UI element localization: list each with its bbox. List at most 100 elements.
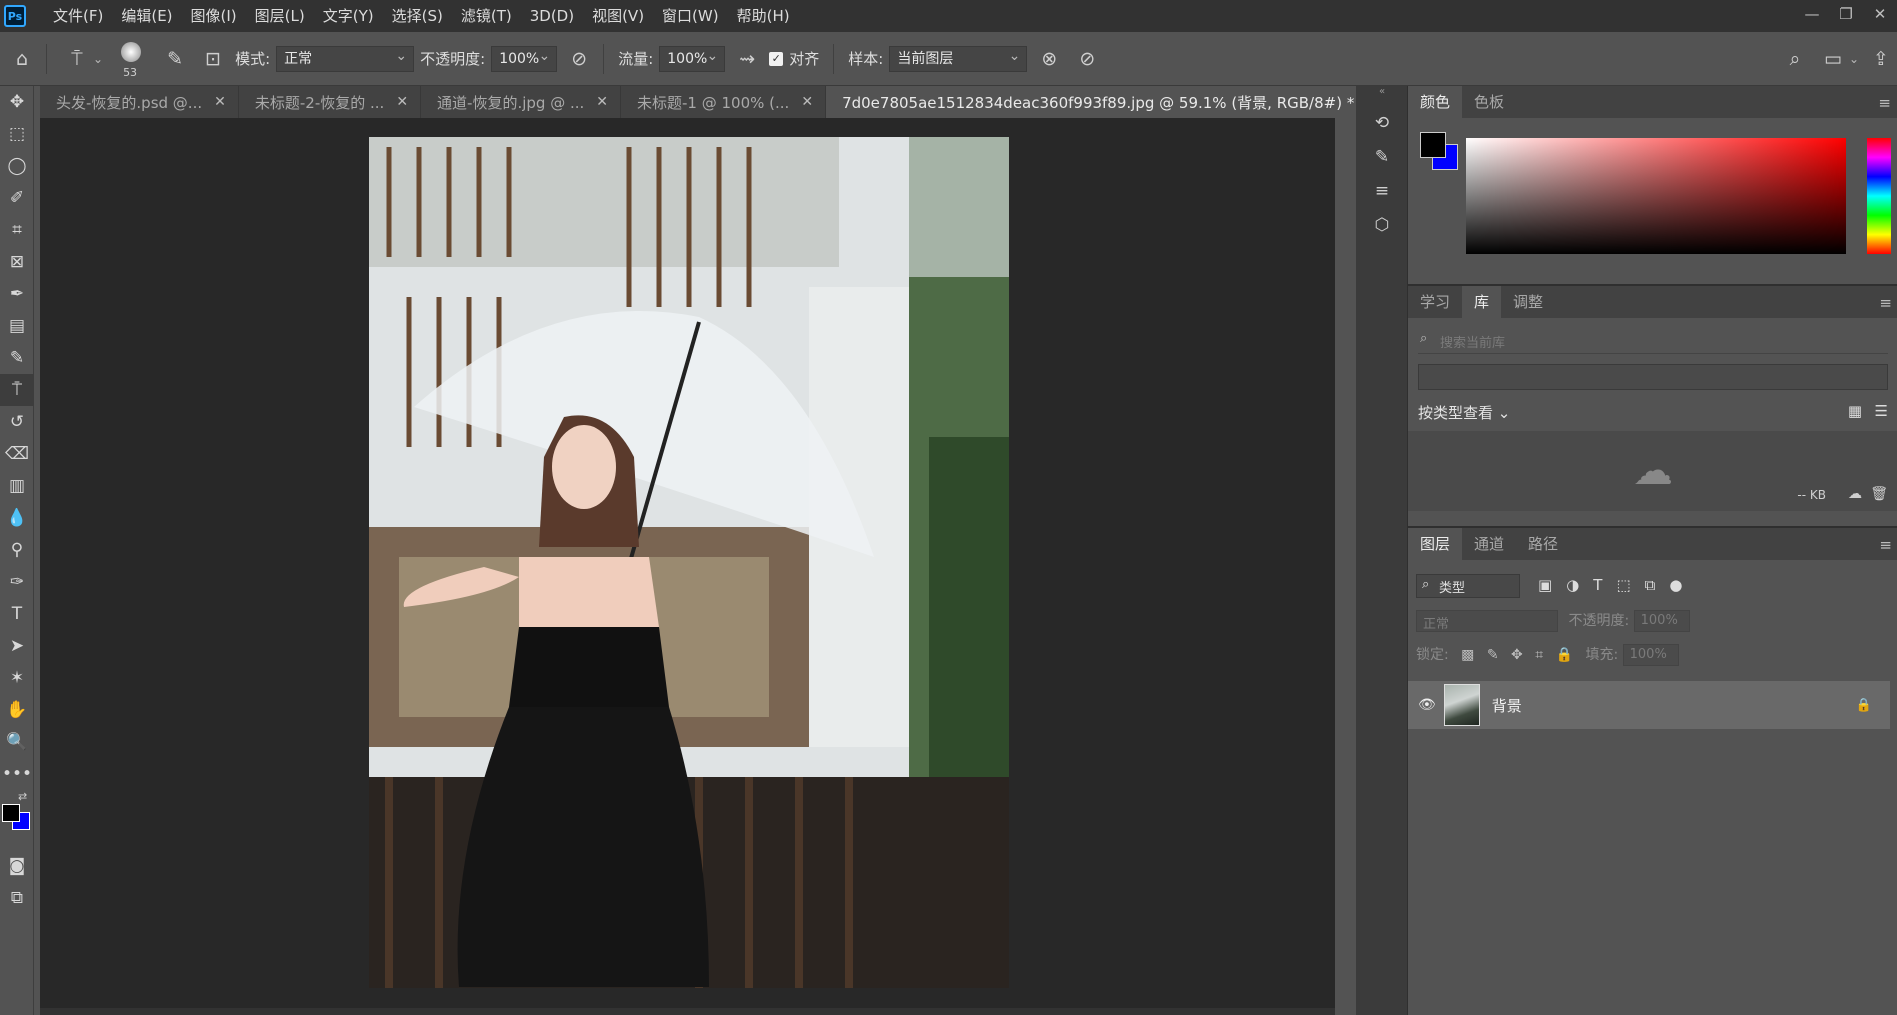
cloud-sync-icon[interactable]: ☁ — [1848, 486, 1862, 502]
share-icon[interactable]: ⇪ — [1865, 43, 1897, 75]
tab-document-1[interactable]: 头发-恢复的.psd @... ✕ — [40, 86, 239, 118]
clone-source-icon[interactable]: ⊡ — [197, 43, 229, 75]
grid-view-icon[interactable]: ▦ — [1848, 402, 1862, 420]
panel-menu-icon[interactable]: ≡ — [1878, 94, 1891, 112]
menu-window[interactable]: 窗口(W) — [653, 0, 728, 32]
brush-settings-panel-icon[interactable]: ✎ — [1356, 140, 1408, 174]
tab-learn[interactable]: 学习 — [1408, 286, 1462, 318]
layer-row-background[interactable]: 👁 背景 🔒 — [1408, 681, 1890, 729]
view-by-type-button[interactable]: 按类型查看 ⌄ — [1418, 402, 1510, 423]
document-image[interactable] — [369, 137, 1009, 988]
move-tool-icon[interactable]: ✥ — [0, 86, 34, 118]
lock-artboard-icon[interactable]: ⌗ — [1535, 647, 1543, 663]
tab-document-2[interactable]: 未标题-2-恢复的 ... ✕ — [238, 86, 422, 118]
menu-edit[interactable]: 编辑(E) — [112, 0, 181, 32]
tab-document-4[interactable]: 未标题-1 @ 100% (... ✕ — [621, 86, 827, 118]
home-icon[interactable]: ⌂ — [6, 43, 38, 75]
color-field[interactable] — [1466, 138, 1846, 254]
path-select-tool-icon[interactable]: ➤ — [0, 630, 34, 662]
properties-panel-icon[interactable]: ≡ — [1356, 174, 1408, 208]
brush-preset-picker[interactable]: 53 — [113, 32, 153, 86]
menu-view[interactable]: 视图(V) — [583, 0, 653, 32]
screen-mode-icon[interactable]: ⧉ — [0, 882, 34, 914]
menu-3d[interactable]: 3D(D) — [521, 0, 583, 32]
swap-colors-icon[interactable]: ⇄ — [18, 790, 27, 803]
close-icon[interactable]: ✕ — [596, 94, 608, 110]
filter-toggle-icon[interactable]: ● — [1669, 576, 1682, 594]
workspace-icon[interactable]: ▭ — [1817, 43, 1849, 75]
hue-slider[interactable] — [1867, 138, 1891, 254]
blur-tool-icon[interactable]: 💧 — [0, 502, 34, 534]
dodge-tool-icon[interactable]: ⚲ — [0, 534, 34, 566]
history-panel-icon[interactable]: ⟲ — [1356, 106, 1408, 140]
list-view-icon[interactable]: ☰ — [1875, 402, 1888, 420]
fill-input[interactable]: 100% — [1622, 644, 1679, 666]
menu-file[interactable]: 文件(F) — [44, 0, 112, 32]
close-icon[interactable]: ✕ — [396, 94, 408, 110]
crop-tool-icon[interactable]: ⌗ — [0, 214, 34, 246]
frame-tool-icon[interactable]: ⊠ — [0, 246, 34, 278]
lock-transparent-icon[interactable]: ▩ — [1461, 647, 1474, 663]
layer-opacity-input[interactable]: 100% — [1633, 610, 1690, 632]
flow-select[interactable]: 100% — [659, 44, 726, 72]
menu-type[interactable]: 文字(Y) — [314, 0, 383, 32]
tab-document-3[interactable]: 通道-恢复的.jpg @ ... ✕ — [421, 86, 622, 118]
history-brush-tool-icon[interactable]: ↺ — [0, 406, 34, 438]
adjustment-filter-icon[interactable]: ◑ — [1566, 576, 1579, 594]
panel-menu-icon[interactable]: ≡ — [1879, 294, 1892, 312]
shape-tool-icon[interactable]: ✶ — [0, 662, 34, 694]
chevron-down-icon[interactable]: ⌄ — [1849, 52, 1859, 66]
tab-document-active[interactable]: 7d0e7805ae1512834deac360f993f89.jpg @ 59… — [826, 86, 1392, 118]
airbrush-icon[interactable]: ⇝ — [731, 43, 763, 75]
eraser-tool-icon[interactable]: ⌫ — [0, 438, 34, 470]
close-icon[interactable]: ✕ — [214, 94, 226, 110]
close-icon[interactable]: ✕ — [1863, 0, 1897, 28]
mode-select[interactable]: 正常 — [276, 44, 415, 72]
brush-tool-icon[interactable]: ✎ — [0, 342, 34, 374]
pressure-size-icon[interactable]: ⊘ — [1071, 43, 1103, 75]
smart-object-filter-icon[interactable]: ⧉ — [1645, 576, 1656, 594]
opacity-select[interactable]: 100% — [491, 44, 558, 72]
restore-icon[interactable]: ❐ — [1829, 0, 1863, 28]
shape-filter-icon[interactable]: ⬚ — [1616, 576, 1630, 594]
menu-filter[interactable]: 滤镜(T) — [452, 0, 521, 32]
canvas-area[interactable] — [40, 118, 1335, 1011]
tab-adjustments[interactable]: 调整 — [1501, 286, 1555, 318]
lock-all-icon[interactable]: 🔒 — [1556, 647, 1573, 663]
marquee-tool-icon[interactable]: ⬚ — [0, 118, 34, 150]
tab-libraries[interactable]: 库 — [1462, 286, 1502, 318]
eyedropper-tool-icon[interactable]: ✒ — [0, 278, 34, 310]
quick-mask-icon[interactable]: ◙ — [0, 850, 34, 882]
menu-image[interactable]: 图像(I) — [182, 0, 246, 32]
quick-select-tool-icon[interactable]: ✐ — [0, 182, 34, 214]
tab-channels[interactable]: 通道 — [1462, 528, 1516, 560]
healing-brush-tool-icon[interactable]: ▤ — [0, 310, 34, 342]
pen-tool-icon[interactable]: ✑ — [0, 566, 34, 598]
clone-stamp-preset-icon[interactable]: ⍑ — [61, 43, 93, 75]
align-checkbox[interactable]: ✓ — [769, 51, 784, 66]
pressure-opacity-icon[interactable]: ⊘ — [563, 43, 595, 75]
more-tools-icon[interactable]: ••• — [0, 758, 34, 790]
lock-position-icon[interactable]: ✥ — [1511, 647, 1523, 663]
library-search-input[interactable]: ⌕ 搜索当前库 — [1418, 328, 1888, 354]
sample-select[interactable]: 当前图层 — [889, 44, 1028, 72]
minimize-icon[interactable]: — — [1795, 0, 1829, 28]
gradient-tool-icon[interactable]: ▥ — [0, 470, 34, 502]
brush-settings-icon[interactable]: ✎ — [159, 43, 191, 75]
ignore-adjustment-icon[interactable]: ⊗ — [1033, 43, 1065, 75]
zoom-tool-icon[interactable]: 🔍 — [0, 726, 34, 758]
image-filter-icon[interactable]: ▣ — [1538, 576, 1552, 594]
tab-swatches[interactable]: 色板 — [1462, 86, 1516, 118]
menu-select[interactable]: 选择(S) — [383, 0, 452, 32]
lasso-tool-icon[interactable]: ◯ — [0, 150, 34, 182]
tab-color[interactable]: 颜色 — [1408, 86, 1463, 118]
trash-icon[interactable]: 🗑 — [1870, 486, 1888, 502]
search-icon[interactable]: ⌕ — [1779, 43, 1811, 75]
tab-layers[interactable]: 图层 — [1408, 528, 1463, 560]
foreground-color-swatch[interactable] — [1420, 132, 1446, 158]
foreground-color-swatch[interactable] — [2, 804, 20, 822]
chevron-down-icon[interactable]: ⌄ — [93, 52, 103, 66]
library-select[interactable] — [1418, 364, 1888, 390]
clone-stamp-tool-icon[interactable]: ⍑ — [0, 374, 34, 406]
collapse-icon[interactable]: « — [1356, 86, 1408, 106]
